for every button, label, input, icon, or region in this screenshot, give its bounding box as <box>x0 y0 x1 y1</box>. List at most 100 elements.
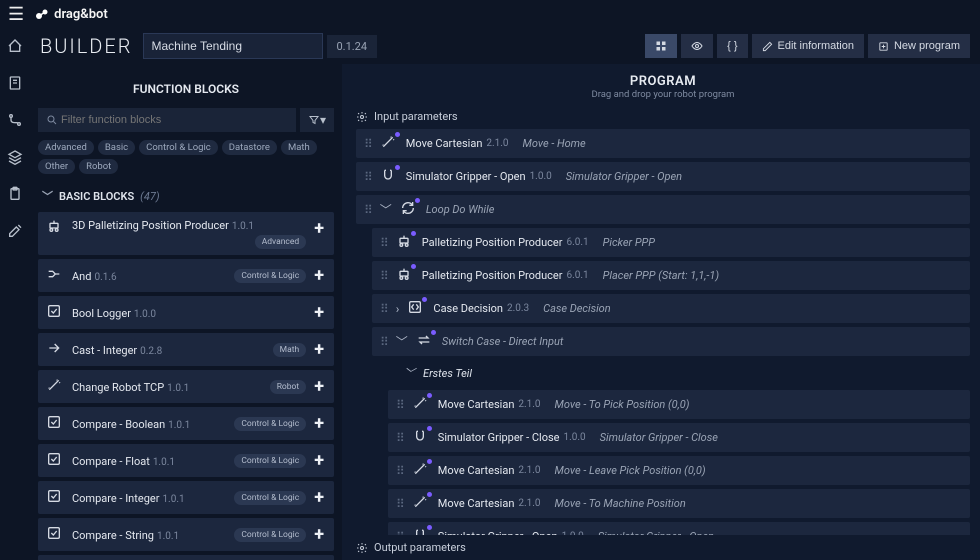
block-name: Compare - Float <box>72 455 150 468</box>
function-block-item[interactable]: Change Robot TCP1.0.1Robot+ <box>38 370 334 403</box>
view-code-button[interactable]: { } <box>717 34 747 58</box>
step-label: Case Decision <box>543 302 611 315</box>
program-step-row[interactable]: ⠿Simulator Gripper - Close1.0.0Simulator… <box>388 423 970 452</box>
new-program-button[interactable]: New program <box>868 34 970 58</box>
function-block-item[interactable]: Compare - Integer1.0.1Control & Logic+ <box>38 481 334 514</box>
filter-tag[interactable]: Basic <box>98 140 135 155</box>
add-block-button[interactable]: + <box>312 339 326 360</box>
drag-handle-icon[interactable]: ⠿ <box>396 464 404 478</box>
add-block-button[interactable]: + <box>312 487 326 508</box>
function-block-item[interactable]: 3D Palletizing Position Producer1.0.1Adv… <box>38 212 334 255</box>
drag-handle-icon[interactable]: ⠿ <box>364 170 372 184</box>
program-step-row[interactable]: ⠿Move Cartesian2.1.0Move - Leave Pick Po… <box>388 456 970 485</box>
function-block-item[interactable]: Cast - Integer0.2.8Math+ <box>38 333 334 366</box>
block-version: 1.0.1 <box>162 494 184 505</box>
block-version: 0.1.6 <box>94 272 116 283</box>
hamburger-icon[interactable]: ☰ <box>8 4 24 25</box>
input-parameters-row[interactable]: Input parameters <box>346 104 980 129</box>
home-icon[interactable] <box>7 38 23 57</box>
edit-info-button[interactable]: Edit information <box>752 34 864 58</box>
file-icon[interactable] <box>7 75 23 94</box>
drag-handle-icon[interactable]: ⠿ <box>364 203 372 217</box>
program-step-row[interactable]: ⠿Simulator Gripper - Open1.0.0Simulator … <box>388 522 970 535</box>
function-block-item[interactable]: And0.1.6Control & Logic+ <box>38 259 334 292</box>
brand-logo: drag&bot <box>34 6 108 22</box>
chevron-right-icon[interactable]: › <box>396 302 400 316</box>
tools-icon[interactable] <box>7 223 23 242</box>
search-input-wrap[interactable] <box>38 108 296 132</box>
drag-handle-icon[interactable]: ⠿ <box>396 398 404 412</box>
block-version: 1.0.1 <box>167 383 189 394</box>
function-block-item[interactable]: Compare - Boolean1.0.1Control & Logic+ <box>38 407 334 440</box>
program-title: PROGRAM <box>346 74 980 89</box>
program-step-row[interactable]: ⠿﹀Switch Case - Direct Input <box>372 327 970 356</box>
function-block-item[interactable]: Compare - String1.0.1Control & Logic+ <box>38 518 334 551</box>
program-step-row[interactable]: ⠿Move Cartesian2.1.0Move - To Pick Posit… <box>388 390 970 419</box>
filter-tag[interactable]: Math <box>281 140 317 155</box>
wand-icon <box>380 134 398 153</box>
block-category-pill: Math <box>273 343 307 357</box>
add-block-button[interactable]: + <box>312 413 326 434</box>
function-block-item[interactable]: Counter1.0.1Control & Logic+ <box>38 555 334 560</box>
filter-button[interactable]: ▾ <box>300 108 334 132</box>
view-layout-button[interactable] <box>645 34 677 58</box>
step-version: 2.1.0 <box>518 399 540 410</box>
left-nav-rail <box>0 28 30 560</box>
tags-row: Advanced Basic Control & Logic Datastore Mat… <box>30 138 342 180</box>
clipboard-icon[interactable] <box>7 186 23 205</box>
view-eye-button[interactable] <box>681 34 713 58</box>
step-label: Loop Do While <box>426 203 495 216</box>
drag-handle-icon[interactable]: ⠿ <box>364 137 372 151</box>
program-name-input[interactable] <box>143 33 323 59</box>
basic-blocks-header[interactable]: ﹀ BASIC BLOCKS (47) <box>38 180 334 212</box>
wand-icon <box>46 377 64 396</box>
drag-handle-icon[interactable]: ⠿ <box>396 497 404 511</box>
add-block-button[interactable]: + <box>312 302 326 323</box>
branch-icon[interactable] <box>7 112 23 131</box>
drag-handle-icon[interactable]: ⠿ <box>380 335 388 349</box>
chevron-down-icon[interactable]: ﹀ <box>404 365 415 381</box>
check-icon <box>46 414 64 433</box>
chevron-down-icon[interactable]: ﹀ <box>396 333 408 350</box>
output-parameters-row[interactable]: Output parameters <box>346 535 980 560</box>
program-step-row[interactable]: ⠿ ﹀ Loop Do While <box>356 195 970 224</box>
program-step-row[interactable]: ⠿Move Cartesian2.1.0Move - To Machine Po… <box>388 489 970 518</box>
step-version: 2.1.0 <box>486 138 508 149</box>
filter-tag[interactable]: Robot <box>79 159 118 174</box>
step-version: 2.1.0 <box>518 498 540 509</box>
add-block-button[interactable]: + <box>312 450 326 471</box>
program-step-row[interactable]: ⠿Simulator Gripper - Open1.0.0Simulator … <box>356 162 970 191</box>
wand-icon <box>412 494 430 513</box>
filter-tag[interactable]: Datastore <box>222 140 277 155</box>
function-block-item[interactable]: Compare - Float1.0.1Control & Logic+ <box>38 444 334 477</box>
step-name: Move Cartesian <box>438 497 515 510</box>
chevron-down-icon[interactable]: ﹀ <box>380 201 392 218</box>
add-block-button[interactable]: + <box>312 524 326 545</box>
block-category-pill: Robot <box>270 380 307 394</box>
add-block-button[interactable]: + <box>312 265 326 286</box>
step-name: Move Cartesian <box>438 398 515 411</box>
drag-handle-icon[interactable]: ⠿ <box>380 269 388 283</box>
case-label-row[interactable]: ﹀Erstes Teil <box>388 360 970 386</box>
drag-handle-icon[interactable]: ⠿ <box>380 236 388 250</box>
add-block-button[interactable]: + <box>312 218 326 239</box>
step-name: Palletizing Position Producer <box>422 269 563 282</box>
drag-handle-icon[interactable]: ⠿ <box>380 302 388 316</box>
merge-icon <box>46 266 64 285</box>
program-step-row[interactable]: ⠿Palletizing Position Producer6.0.1Place… <box>372 261 970 290</box>
program-step-row[interactable]: ⠿Move Cartesian2.1.0Move - Home <box>356 129 970 158</box>
program-step-row[interactable]: ⠿›Case Decision2.0.3Case Decision <box>372 294 970 323</box>
filter-tag[interactable]: Advanced <box>38 140 94 155</box>
step-version: 2.0.3 <box>507 303 529 314</box>
step-version: 2.1.0 <box>518 465 540 476</box>
filter-tag[interactable]: Control & Logic <box>139 140 218 155</box>
program-step-row[interactable]: ⠿Palletizing Position Producer6.0.1Picke… <box>372 228 970 257</box>
function-block-item[interactable]: Bool Logger1.0.0+ <box>38 296 334 329</box>
filter-tag[interactable]: Other <box>38 159 75 174</box>
layers-icon[interactable] <box>7 149 23 168</box>
block-version: 0.2.8 <box>140 346 162 357</box>
wand-icon <box>412 461 430 480</box>
drag-handle-icon[interactable]: ⠿ <box>396 431 404 445</box>
add-block-button[interactable]: + <box>312 376 326 397</box>
search-input[interactable] <box>61 114 288 126</box>
